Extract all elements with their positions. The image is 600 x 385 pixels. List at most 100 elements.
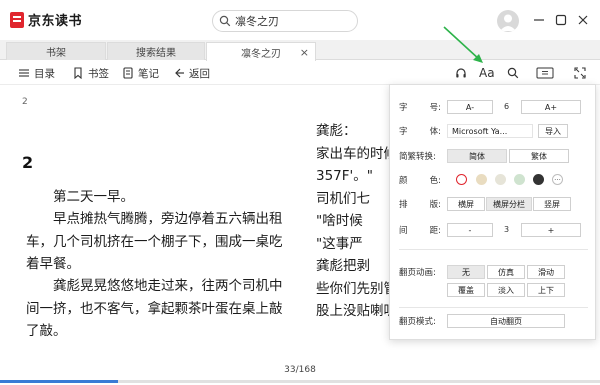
layout-row: 排 版:: [399, 196, 447, 212]
avatar[interactable]: [497, 10, 519, 32]
user-icon: [500, 14, 516, 31]
fullscreen-button[interactable]: [574, 65, 586, 81]
maximize-button[interactable]: [553, 12, 569, 28]
spacing-decrease-button[interactable]: -: [447, 223, 493, 237]
search-box[interactable]: 凛冬之刃: [212, 10, 358, 32]
more-colors-button[interactable]: ···: [552, 174, 563, 185]
layout-portrait-button[interactable]: 竖屏: [533, 197, 571, 211]
app-name: 京东读书: [28, 14, 83, 29]
color-row: 颜 色:: [399, 172, 447, 188]
font-face-label-a: 字: [399, 127, 408, 137]
paragraph: 早点摊热气腾腾，旁边停着五六辆出租车，几个司机挤在一个棚子下，围成一桌吃着早餐。: [26, 211, 283, 272]
font-decrease-button[interactable]: A-: [447, 100, 493, 114]
title-bar: 京东读书 凛冬之刃: [0, 0, 600, 40]
minimize-button[interactable]: [531, 12, 547, 28]
tab-search-results[interactable]: 搜索结果: [107, 42, 205, 60]
auto-page-button[interactable]: 自动翻页: [447, 314, 565, 328]
text-line: 龚彪把剥: [316, 258, 370, 274]
search-in-book-button[interactable]: [507, 65, 519, 81]
color-swatch-tan[interactable]: [476, 174, 487, 185]
font-size-value: 6: [504, 102, 510, 111]
close-window-button[interactable]: [575, 12, 591, 28]
search-input[interactable]: 凛冬之刃: [235, 13, 279, 29]
layout-label-a: 排: [399, 200, 408, 210]
tab-label: 搜索结果: [136, 48, 176, 59]
fullscreen-icon: [574, 67, 586, 79]
tab-bookshelf[interactable]: 书架: [6, 42, 106, 60]
tab-label: 书架: [46, 48, 66, 59]
note-icon: [123, 67, 133, 79]
font-face-select[interactable]: Microsoft Ya...: [447, 124, 533, 138]
minimize-icon: [534, 19, 544, 21]
font-size-label-b: 号:: [429, 103, 441, 113]
tab-close-button[interactable]: ×: [300, 46, 309, 59]
spacing-label-a: 间: [399, 226, 408, 236]
text-line: "啥时候: [316, 213, 363, 229]
right-column-text: 龚彪： 家出车的时候 357F'。" 司机们七 "啥时候 "这事严 龚彪把剥 些…: [316, 120, 396, 323]
spacing-increase-button[interactable]: +: [521, 223, 581, 237]
tab-label: 凛冬之刃: [241, 48, 281, 60]
app-logo: 京东读书: [10, 10, 82, 29]
paragraph: 第二天一早。: [53, 189, 134, 205]
font-increase-button[interactable]: A+: [521, 100, 581, 114]
spacing-label-b: 距:: [429, 226, 441, 236]
catalog-label: 目录: [34, 67, 55, 80]
color-label-b: 色:: [429, 176, 441, 186]
font-face-label-b: 体:: [429, 127, 441, 137]
color-swatch-white[interactable]: [456, 174, 467, 185]
reading-settings-panel: 字 号: A- 6 A+ 字 体: Microsoft Ya... 导入 简繁转…: [389, 84, 596, 340]
notes-label: 笔记: [138, 67, 159, 80]
animation-slide-button[interactable]: 滑动: [527, 265, 565, 279]
back-label: 返回: [189, 67, 210, 80]
traditional-button[interactable]: 繁体: [509, 149, 569, 163]
list-icon: [19, 69, 29, 77]
color-label-a: 颜: [399, 176, 408, 186]
bookmark-label: 书签: [88, 67, 109, 80]
progress-bar-fill: [0, 380, 118, 383]
layout-label-b: 版:: [429, 200, 441, 210]
text-line: 龚彪：: [316, 123, 357, 139]
tab-current-book[interactable]: 凛冬之刃 ×: [206, 42, 316, 61]
catalog-button[interactable]: 目录: [18, 65, 55, 81]
back-arrow-icon: [175, 68, 184, 78]
paragraph: 龚彪晃晃悠悠地走过来，往两个司机中间一挤，也不客气，拿起颗茶叶蛋在桌上敲了敲。: [26, 278, 283, 339]
notes-button[interactable]: 笔记: [122, 65, 159, 81]
text-line: 357F'。": [316, 168, 373, 184]
bookmark-button[interactable]: 书签: [72, 65, 109, 81]
book-page-icon: [536, 67, 554, 79]
animation-cover-button[interactable]: 覆盖: [447, 283, 485, 297]
divider: [399, 249, 588, 250]
text-line: 司机们七: [316, 190, 370, 207]
simplified-button[interactable]: 简体: [447, 149, 507, 163]
text-line: 股上没贴喇叭: [316, 303, 396, 319]
import-font-button[interactable]: 导入: [538, 124, 568, 138]
page-number-top: 2: [22, 97, 28, 107]
close-icon: [578, 15, 588, 25]
annotation-arrow-icon: [443, 26, 483, 63]
animation-none-button[interactable]: 无: [447, 265, 485, 279]
spacing-value: 3: [504, 225, 510, 234]
text-line: 些你们先别管: [316, 280, 396, 297]
page-progress-label: 33/168: [284, 365, 316, 375]
reader-toolbar: 目录 书签 笔记 返回 Aa: [0, 61, 600, 85]
tab-bar: 书架 搜索结果 凛冬之刃 ×: [0, 40, 600, 61]
layout-split-button[interactable]: 横屏分栏: [486, 197, 532, 211]
bookmark-icon: [74, 67, 82, 79]
chapter-heading: 2: [22, 153, 34, 172]
progress-bar[interactable]: [0, 380, 600, 383]
color-swatch-gray[interactable]: [495, 174, 506, 185]
animation-fade-button[interactable]: 淡入: [487, 283, 525, 297]
font-size-row: 字 号:: [399, 99, 447, 115]
page-view-button[interactable]: [536, 65, 554, 81]
maximize-icon: [555, 14, 567, 26]
spacing-row: 间 距:: [399, 222, 447, 238]
jd-logo-icon: [10, 11, 24, 28]
color-swatch-green[interactable]: [514, 174, 525, 185]
color-swatch-dark[interactable]: [533, 174, 544, 185]
font-size-label-a: 字: [399, 103, 408, 113]
animation-updown-button[interactable]: 上下: [527, 283, 565, 297]
animation-simulate-button[interactable]: 仿真: [487, 265, 525, 279]
layout-landscape-button[interactable]: 横屏: [447, 197, 485, 211]
back-button[interactable]: 返回: [173, 65, 210, 81]
text-line: "这事严: [316, 235, 363, 252]
